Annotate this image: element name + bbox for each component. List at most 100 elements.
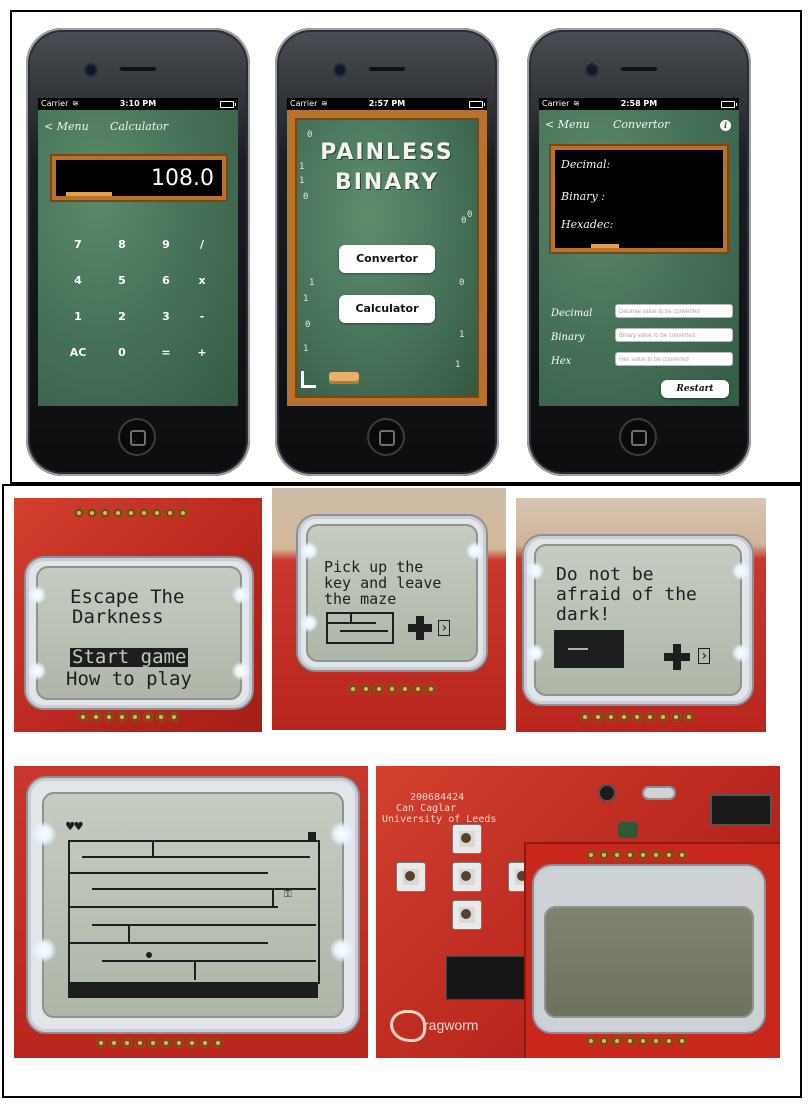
chalk-pieces-icon bbox=[301, 371, 316, 388]
chalkboard-frame: PAINLESS BINARY 0 1 1 0 0 0 1 1 0 0 1 1 … bbox=[287, 110, 487, 406]
chalk-decoration: 0 bbox=[459, 278, 465, 288]
status-strip bbox=[68, 982, 318, 998]
key-1[interactable]: 1 bbox=[58, 310, 98, 323]
key-divide[interactable]: / bbox=[182, 238, 222, 251]
backlight-led bbox=[232, 662, 250, 680]
calculator-button[interactable]: Calculator bbox=[339, 295, 435, 323]
header-pins bbox=[74, 508, 188, 522]
left-button[interactable] bbox=[396, 862, 426, 892]
key-5[interactable]: 5 bbox=[102, 274, 142, 287]
app-title-line2: BINARY bbox=[334, 170, 440, 195]
start-game-menu-item[interactable]: Start game bbox=[70, 648, 189, 667]
home-button[interactable] bbox=[367, 418, 405, 456]
backlight-led bbox=[330, 938, 354, 962]
heart-icon: ♥♥ bbox=[66, 819, 83, 835]
backlight-led bbox=[28, 586, 46, 604]
chalk-decoration: 1 bbox=[299, 162, 305, 172]
photo-full-board: 200684424 Can Caglar University of Leeds… bbox=[376, 766, 780, 1058]
front-camera bbox=[335, 65, 345, 75]
backlight-led bbox=[28, 662, 46, 680]
key-equals[interactable]: = bbox=[146, 346, 186, 359]
key-clear[interactable]: AC bbox=[58, 346, 98, 359]
backlight-led bbox=[466, 542, 484, 560]
status-time: 2:58 PM bbox=[620, 99, 658, 108]
key-multiply[interactable]: x bbox=[182, 274, 222, 287]
backlight-led bbox=[732, 644, 750, 662]
instruction-line3: dark! bbox=[556, 604, 611, 625]
back-menu-button[interactable]: < Menu bbox=[44, 120, 89, 133]
status-bar: Carrier ≋ 2:58 PM bbox=[539, 98, 739, 110]
page-title: Calculator bbox=[110, 120, 169, 133]
backlight-led bbox=[732, 562, 750, 580]
photo-instructions-dark: Do not be afraid of the dark! › bbox=[516, 498, 766, 732]
key-0[interactable]: 0 bbox=[102, 346, 142, 359]
lcd-module: Do not be afraid of the dark! › bbox=[524, 536, 752, 704]
instruction-line1: Pick up the bbox=[324, 558, 424, 576]
lcd-breakout-board bbox=[526, 844, 780, 1058]
key-2[interactable]: 2 bbox=[102, 310, 142, 323]
page-title: Convertor bbox=[613, 118, 670, 131]
capacitor-icon bbox=[598, 784, 616, 802]
chalk-decoration: 1 bbox=[303, 294, 309, 304]
header-pins bbox=[96, 1038, 223, 1052]
battery-icon bbox=[469, 101, 485, 108]
instruction-line2: key and leave bbox=[324, 574, 442, 592]
key-subtract[interactable]: - bbox=[182, 310, 222, 323]
backlight-led bbox=[232, 586, 250, 604]
down-button[interactable] bbox=[452, 900, 482, 930]
key-icon: ⚿ bbox=[284, 889, 292, 900]
maze-preview bbox=[326, 612, 394, 644]
silkscreen-name: Can Caglar bbox=[396, 803, 457, 814]
board-hexadec-label: Hexadec: bbox=[561, 218, 614, 231]
decimal-input[interactable]: Decimal value to be converted bbox=[615, 304, 733, 318]
dpad-icon bbox=[664, 644, 690, 670]
select-button[interactable] bbox=[452, 862, 482, 892]
chalk-decoration: 1 bbox=[303, 344, 309, 354]
power-switch-icon bbox=[710, 794, 772, 826]
lcd-module: Escape The Darkness Start game How to pl… bbox=[26, 558, 252, 708]
photo-maze-gameplay: ♥♥ ⚿ bbox=[14, 766, 368, 1058]
restart-button[interactable]: Restart bbox=[661, 380, 729, 398]
crystal-icon bbox=[642, 786, 676, 800]
chalk-decoration: 1 bbox=[309, 278, 315, 288]
header-pins bbox=[78, 712, 179, 726]
home-button[interactable] bbox=[118, 418, 156, 456]
maze-wall bbox=[568, 648, 588, 650]
chalk-decoration: 1 bbox=[459, 330, 465, 340]
photo-title-screen: Escape The Darkness Start game How to pl… bbox=[14, 498, 262, 732]
key-4[interactable]: 4 bbox=[58, 274, 98, 287]
earpiece-speaker bbox=[619, 65, 659, 73]
next-arrow-icon: › bbox=[698, 648, 711, 664]
info-icon[interactable]: i bbox=[720, 120, 731, 131]
lcd-screen: Pick up the key and leave the maze › bbox=[306, 524, 478, 662]
lcd-screen: Escape The Darkness Start game How to pl… bbox=[36, 566, 242, 700]
maze-wall bbox=[340, 630, 388, 632]
earpiece-speaker bbox=[118, 65, 158, 73]
up-button[interactable] bbox=[452, 824, 482, 854]
key-6[interactable]: 6 bbox=[146, 274, 186, 287]
inductor-icon bbox=[618, 822, 638, 838]
back-menu-button[interactable]: < Menu bbox=[545, 118, 590, 131]
hex-input[interactable]: Hex value to be converted bbox=[615, 352, 733, 366]
key-add[interactable]: + bbox=[182, 346, 222, 359]
lcd-screen: ♥♥ ⚿ bbox=[42, 792, 344, 1018]
status-time: 2:57 PM bbox=[368, 99, 406, 108]
backlight-led bbox=[300, 614, 318, 632]
how-to-play-menu-item[interactable]: How to play bbox=[66, 670, 192, 689]
binary-input[interactable]: Binary value to be converted bbox=[615, 328, 733, 342]
key-3[interactable]: 3 bbox=[146, 310, 186, 323]
battery-icon bbox=[220, 101, 236, 108]
maze-wall bbox=[128, 926, 130, 944]
lcd-module bbox=[534, 866, 764, 1032]
exit-door-icon bbox=[308, 832, 316, 840]
key-9[interactable]: 9 bbox=[146, 238, 186, 251]
key-8[interactable]: 8 bbox=[102, 238, 142, 251]
home-button[interactable] bbox=[619, 418, 657, 456]
chalk-decoration: 1 bbox=[299, 176, 305, 186]
backlight-led bbox=[330, 822, 354, 846]
convertor-button[interactable]: Convertor bbox=[339, 245, 435, 273]
backlight-led bbox=[300, 542, 318, 560]
header-pins bbox=[586, 1036, 687, 1050]
ragworm-logo-text: ragworm bbox=[424, 1017, 479, 1033]
key-7[interactable]: 7 bbox=[58, 238, 98, 251]
